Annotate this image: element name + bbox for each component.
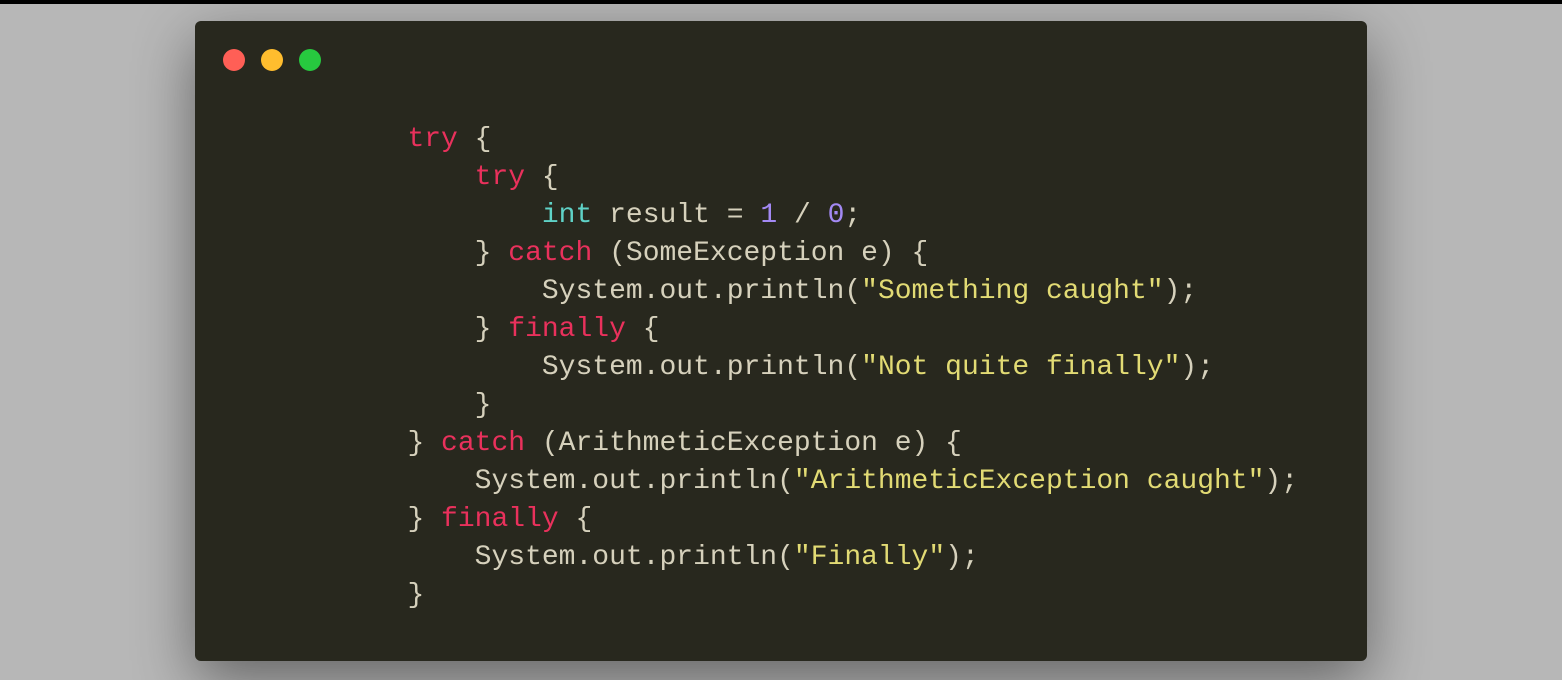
code-line-2: try { <box>273 162 559 193</box>
code-line-3: int result = 1 / 0; <box>273 200 861 231</box>
code-line-9: } catch (ArithmeticException e) { <box>273 428 962 459</box>
code-line-12: System.out.println("Finally"); <box>273 542 979 573</box>
code-line-13: } <box>273 580 424 611</box>
code-line-10: System.out.println("ArithmeticException … <box>273 466 1298 497</box>
code-window: try { try { int result = 1 / 0; } catch … <box>195 21 1367 661</box>
minimize-icon[interactable] <box>261 49 283 71</box>
window-controls <box>223 49 321 71</box>
close-icon[interactable] <box>223 49 245 71</box>
code-block: try { try { int result = 1 / 0; } catch … <box>273 121 1307 615</box>
code-line-5: System.out.println("Something caught"); <box>273 276 1197 307</box>
code-line-11: } finally { <box>273 504 592 535</box>
code-line-7: System.out.println("Not quite finally"); <box>273 352 1214 383</box>
code-line-1: try { <box>273 124 491 155</box>
code-line-8: } <box>273 390 491 421</box>
code-line-4: } catch (SomeException e) { <box>273 238 928 269</box>
stage: try { try { int result = 1 / 0; } catch … <box>0 4 1562 678</box>
code-line-6: } finally { <box>273 314 660 345</box>
zoom-icon[interactable] <box>299 49 321 71</box>
